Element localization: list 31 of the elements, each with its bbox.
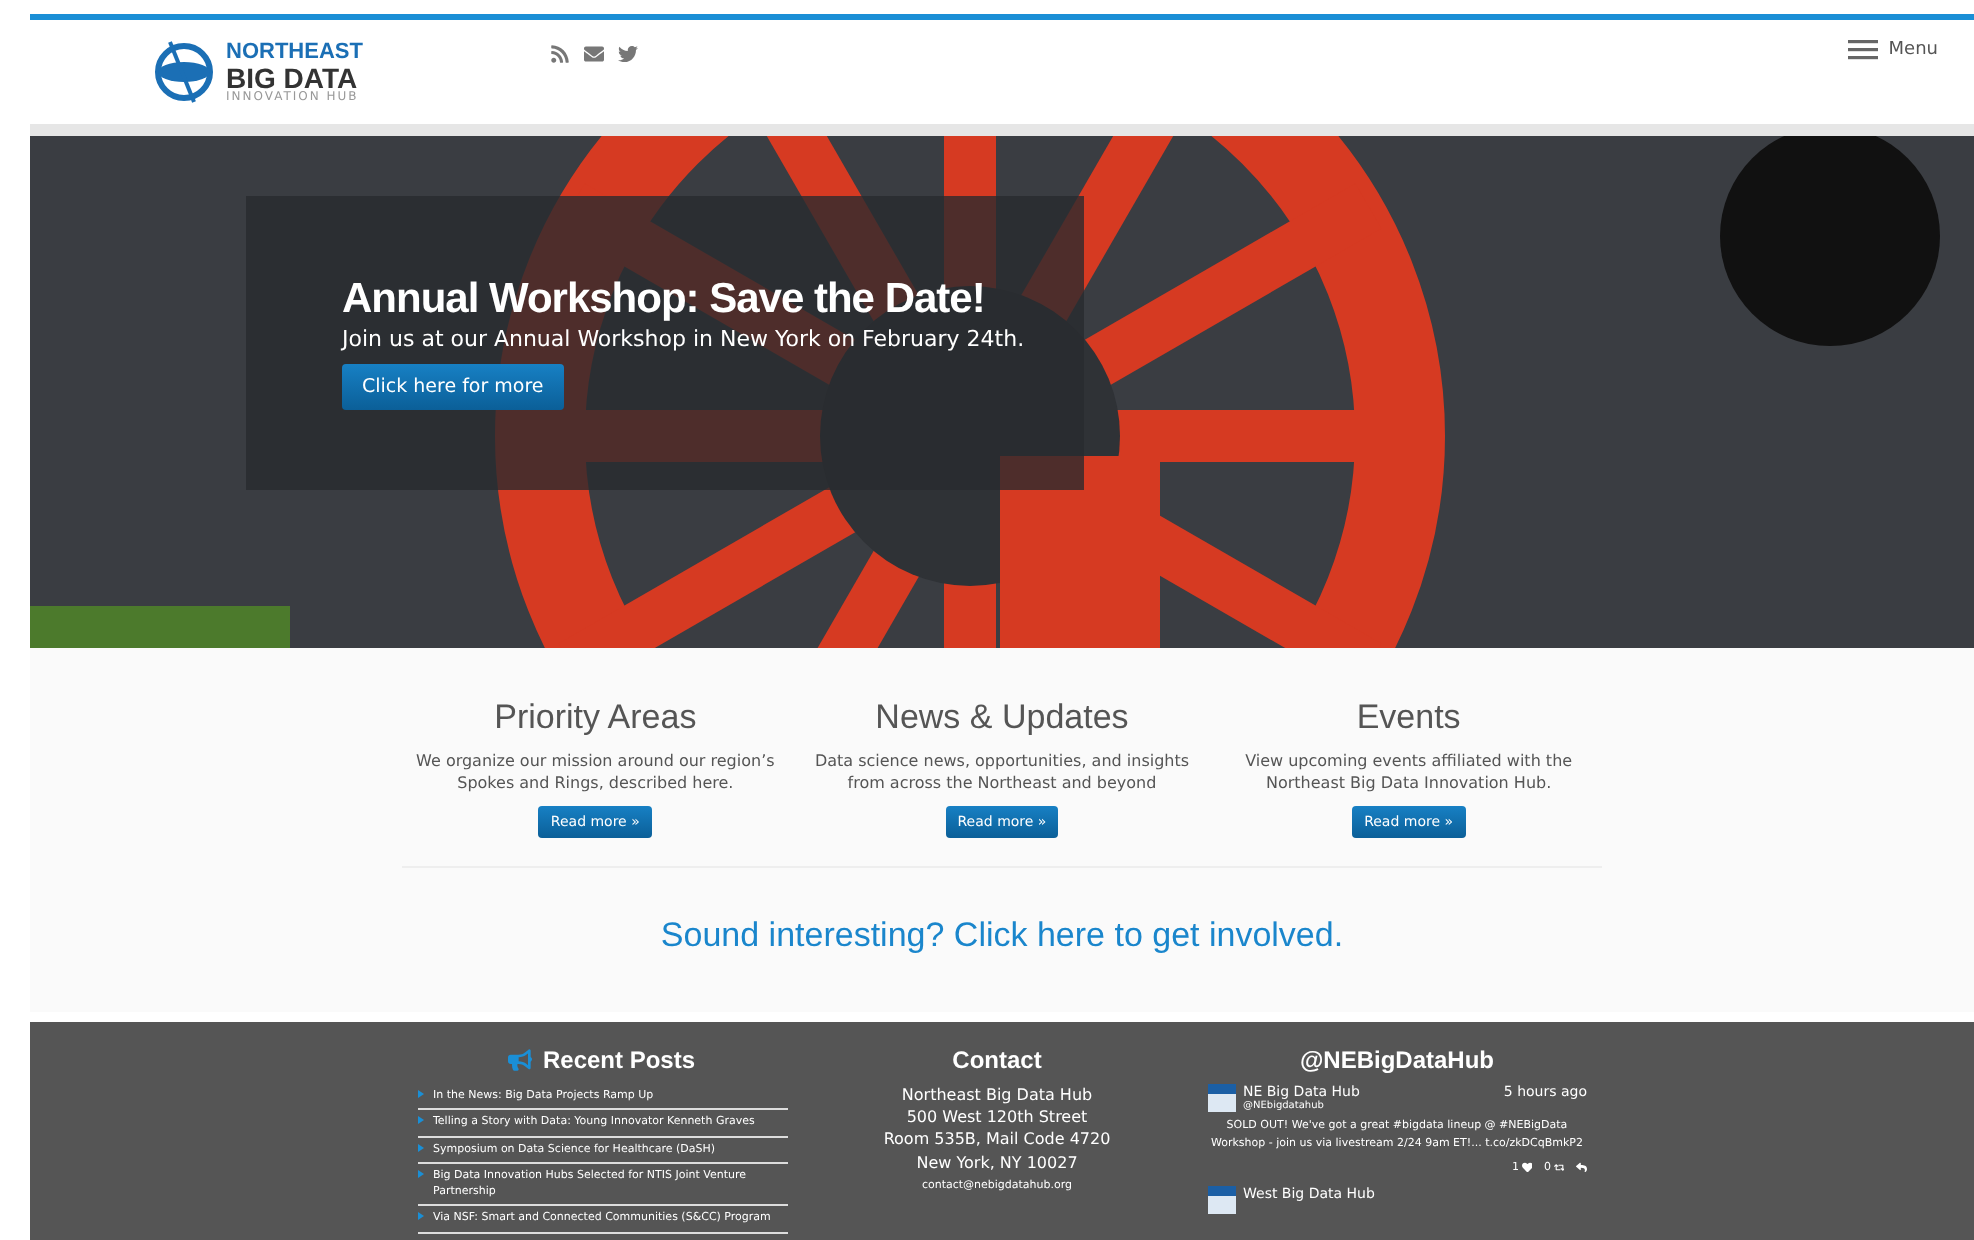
- section-title: News & Updates: [875, 698, 1129, 738]
- retweet-icon[interactable]: [1553, 1161, 1564, 1173]
- menu-icon: [1848, 40, 1879, 60]
- hero-button[interactable]: Click here for more: [342, 363, 564, 409]
- mail-icon[interactable]: [584, 44, 604, 64]
- heart-icon[interactable]: [1521, 1161, 1532, 1173]
- globe-logo-icon: [150, 38, 218, 106]
- address-line: Northeast Big Data Hub: [901, 1084, 1093, 1107]
- footer-title: @NEBigDataHub: [1297, 1046, 1497, 1074]
- reply-icon[interactable]: [1576, 1161, 1587, 1173]
- avatar-icon: [1207, 1084, 1235, 1112]
- logo-text: NORTHEAST: [226, 41, 363, 63]
- address-line: Room 535B, Mail Code 4720: [883, 1128, 1111, 1152]
- get-involved-link[interactable]: Sound interesting? Click here to get involved.: [660, 916, 1344, 957]
- twitter-icon[interactable]: [618, 44, 638, 64]
- avatar-icon: [1207, 1185, 1235, 1214]
- section-title: Events: [1356, 698, 1461, 738]
- megaphone-icon: [508, 1048, 533, 1072]
- menu-button[interactable]: Menu: [1836, 20, 1950, 62]
- logo-text: BIG DATA: [226, 63, 360, 91]
- section-title: Priority Areas: [494, 698, 697, 738]
- hero-title: Annual Workshop: Save the Date!: [342, 275, 985, 323]
- footer-title: Recent Posts: [542, 1046, 696, 1074]
- address-line: New York, NY 10027: [916, 1151, 1078, 1174]
- address-line: 500 West 120th Street: [906, 1106, 1088, 1129]
- footer-title: Contact: [952, 1046, 1042, 1074]
- rss-icon[interactable]: [550, 44, 570, 64]
- section-description: View upcoming events affiliated with the Northeast Big Data Innovation Hub.: [1243, 750, 1575, 795]
- hero-text: Join us at our Annual Workshop in New York on February 24th.: [342, 325, 1025, 351]
- section-description: Data science news, opportunities, and insights from across the Northeast and beyond: [812, 750, 1192, 795]
- section-description: We organize our mission around our region’s Spokes and Rings, described here.: [414, 750, 777, 795]
